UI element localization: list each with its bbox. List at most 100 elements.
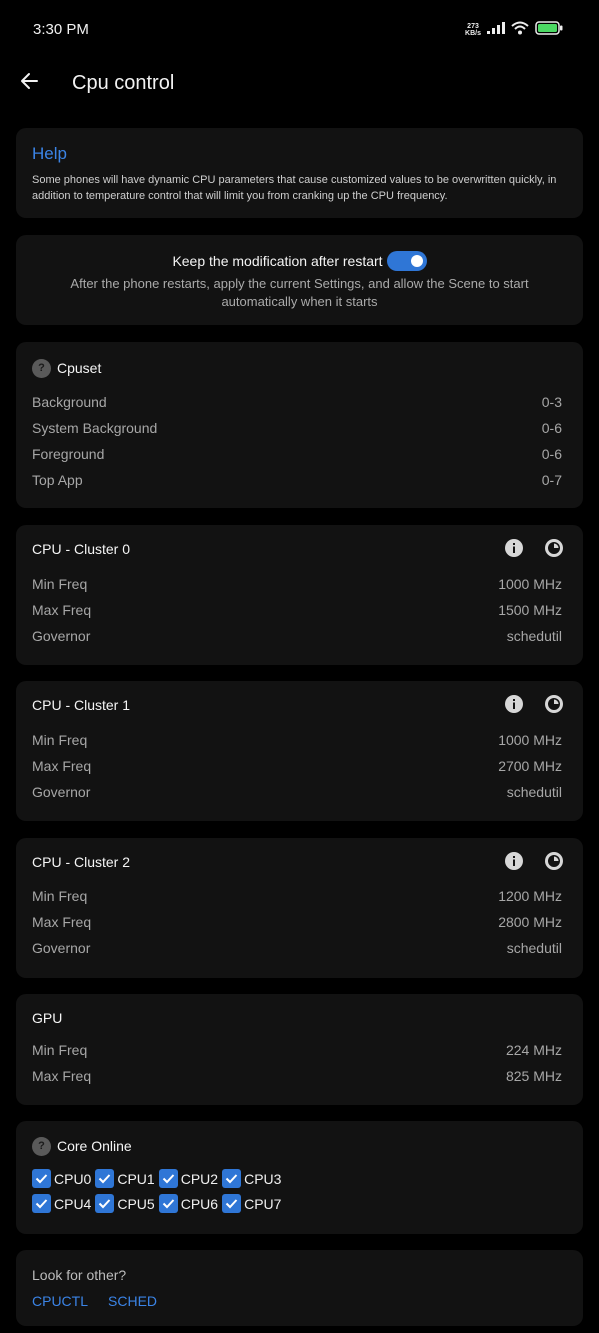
cluster-1-min-freq[interactable]: Min Freq 1000 MHz <box>32 730 562 750</box>
row-value: 224 MHz <box>505 1042 562 1058</box>
core-label: CPU5 <box>117 1195 155 1212</box>
row-label: Min Freq <box>32 732 88 748</box>
cluster-2-governor[interactable]: Governor schedutil <box>32 938 562 958</box>
row-label: Max Freq <box>32 758 92 774</box>
cpuset-row-top-app[interactable]: Top App 0-7 <box>32 470 562 490</box>
back-button[interactable] <box>12 66 46 100</box>
core-checkbox-cpu1[interactable]: CPU1 <box>95 1169 155 1188</box>
core-label: CPU1 <box>117 1170 155 1187</box>
cluster-1-actions <box>505 695 563 713</box>
core-label: CPU0 <box>54 1170 92 1187</box>
row-label: System Background <box>32 420 158 436</box>
cluster-2-actions <box>505 852 563 870</box>
keep-modification-toggle[interactable] <box>386 251 427 271</box>
battery-icon <box>535 20 563 40</box>
keep-modification-card: Keep the modification after restart Afte… <box>16 235 583 325</box>
gpu-header: GPU <box>32 1008 62 1028</box>
row-value: schedutil <box>506 628 562 644</box>
row-value: 1500 MHz <box>498 602 562 618</box>
cluster-2-header: CPU - Cluster 2 <box>32 852 130 872</box>
pie-chart-icon[interactable] <box>545 539 563 557</box>
cluster-0-card: CPU - Cluster 0 Min Freq 1000 MHz Max Fr… <box>16 525 583 665</box>
other-label: Look for other? <box>32 1267 127 1283</box>
help-text: Some phones will have dynamic CPU parame… <box>32 174 557 202</box>
core-online-header: ? Core Online <box>32 1136 132 1156</box>
other-links: CPUCTL SCHED <box>32 1293 157 1309</box>
cluster-0-header: CPU - Cluster 0 <box>32 539 130 559</box>
help-title: Help <box>32 144 67 163</box>
core-label: CPU2 <box>180 1170 219 1187</box>
cpuset-row-foreground[interactable]: Foreground 0-6 <box>32 444 562 464</box>
wifi-icon <box>511 21 529 40</box>
check-icon <box>158 1169 178 1188</box>
row-label: Min Freq <box>32 576 88 592</box>
cluster-0-max-freq[interactable]: Max Freq 1500 MHz <box>32 600 562 620</box>
toggle-knob <box>410 255 423 267</box>
help-card: Help Some phones will have dynamic CPU p… <box>16 128 583 218</box>
cpuset-row-system-background[interactable]: System Background 0-6 <box>32 418 562 438</box>
signal-icon <box>487 21 505 39</box>
status-time: 3:30 PM <box>33 21 89 38</box>
core-checkbox-cpu7[interactable]: CPU7 <box>222 1194 281 1213</box>
network-speed-unit: KB/s <box>465 30 481 37</box>
info-icon[interactable] <box>505 695 523 713</box>
cluster-2-max-freq[interactable]: Max Freq 2800 MHz <box>32 912 562 932</box>
status-bar: 3:30 PM 273 KB/s <box>0 0 599 60</box>
cluster-1-title: CPU - Cluster 1 <box>32 697 131 713</box>
check-icon <box>32 1169 51 1188</box>
check-icon <box>95 1169 115 1188</box>
row-value: 0-6 <box>541 446 562 462</box>
other-card: Look for other? CPUCTL SCHED <box>16 1250 583 1326</box>
info-icon[interactable] <box>505 539 523 557</box>
cluster-0-min-freq[interactable]: Min Freq 1000 MHz <box>32 574 562 594</box>
row-label: Background <box>32 394 107 410</box>
network-speed-value: 273 <box>467 23 479 30</box>
cluster-1-header: CPU - Cluster 1 <box>32 695 130 715</box>
row-value: 2700 MHz <box>498 758 562 774</box>
core-label: CPU7 <box>244 1195 282 1212</box>
gpu-title: GPU <box>32 1010 63 1026</box>
cluster-1-max-freq[interactable]: Max Freq 2700 MHz <box>32 756 562 776</box>
check-icon <box>222 1194 242 1213</box>
row-value: 1000 MHz <box>498 576 562 592</box>
pie-chart-icon[interactable] <box>545 852 563 870</box>
question-icon[interactable]: ? <box>32 1136 51 1156</box>
cluster-2-card: CPU - Cluster 2 Min Freq 1200 MHz Max Fr… <box>16 838 583 978</box>
info-icon[interactable] <box>505 852 523 870</box>
cluster-0-actions <box>505 539 563 557</box>
check-icon <box>32 1194 51 1213</box>
row-label: Top App <box>32 472 83 488</box>
core-checkbox-cpu6[interactable]: CPU6 <box>158 1194 218 1213</box>
row-label: Max Freq <box>32 914 92 930</box>
arrow-left-icon <box>19 71 39 96</box>
row-label: Max Freq <box>32 1068 92 1084</box>
gpu-max-freq[interactable]: Max Freq 825 MHz <box>32 1066 562 1086</box>
keep-modification-row: Keep the modification after restart <box>16 251 583 271</box>
sched-link[interactable]: SCHED <box>108 1293 157 1309</box>
row-value: 825 MHz <box>505 1068 562 1084</box>
cluster-2-min-freq[interactable]: Min Freq 1200 MHz <box>32 886 562 906</box>
core-checkbox-cpu5[interactable]: CPU5 <box>95 1194 155 1213</box>
core-checkbox-cpu0[interactable]: CPU0 <box>32 1169 91 1188</box>
core-checkbox-cpu3[interactable]: CPU3 <box>222 1169 281 1188</box>
row-value: schedutil <box>506 940 562 956</box>
pie-chart-icon[interactable] <box>545 695 563 713</box>
question-icon[interactable]: ? <box>32 358 51 378</box>
core-checkbox-cpu4[interactable]: CPU4 <box>32 1194 91 1213</box>
cluster-2-title: CPU - Cluster 2 <box>32 854 131 870</box>
row-label: Governor <box>32 940 91 956</box>
gpu-min-freq[interactable]: Min Freq 224 MHz <box>32 1040 562 1060</box>
row-value: 2800 MHz <box>498 914 562 930</box>
cpuset-row-background[interactable]: Background 0-3 <box>32 392 562 412</box>
cluster-0-governor[interactable]: Governor schedutil <box>32 626 562 646</box>
row-label: Governor <box>32 784 91 800</box>
app-bar: Cpu control <box>0 62 599 106</box>
cluster-1-governor[interactable]: Governor schedutil <box>32 782 562 802</box>
cpuctl-link[interactable]: CPUCTL <box>32 1293 88 1309</box>
core-checkbox-cpu2[interactable]: CPU2 <box>158 1169 219 1188</box>
row-value: 0-6 <box>541 420 562 436</box>
row-label: Governor <box>32 628 91 644</box>
keep-modification-label: Keep the modification after restart <box>172 253 383 269</box>
gpu-card: GPU Min Freq 224 MHz Max Freq 825 MHz <box>16 994 583 1105</box>
core-online-grid: CPU0 CPU1 CPU2 CPU3 CPU4 CPU5 CPU6 CPU7 <box>32 1169 281 1213</box>
